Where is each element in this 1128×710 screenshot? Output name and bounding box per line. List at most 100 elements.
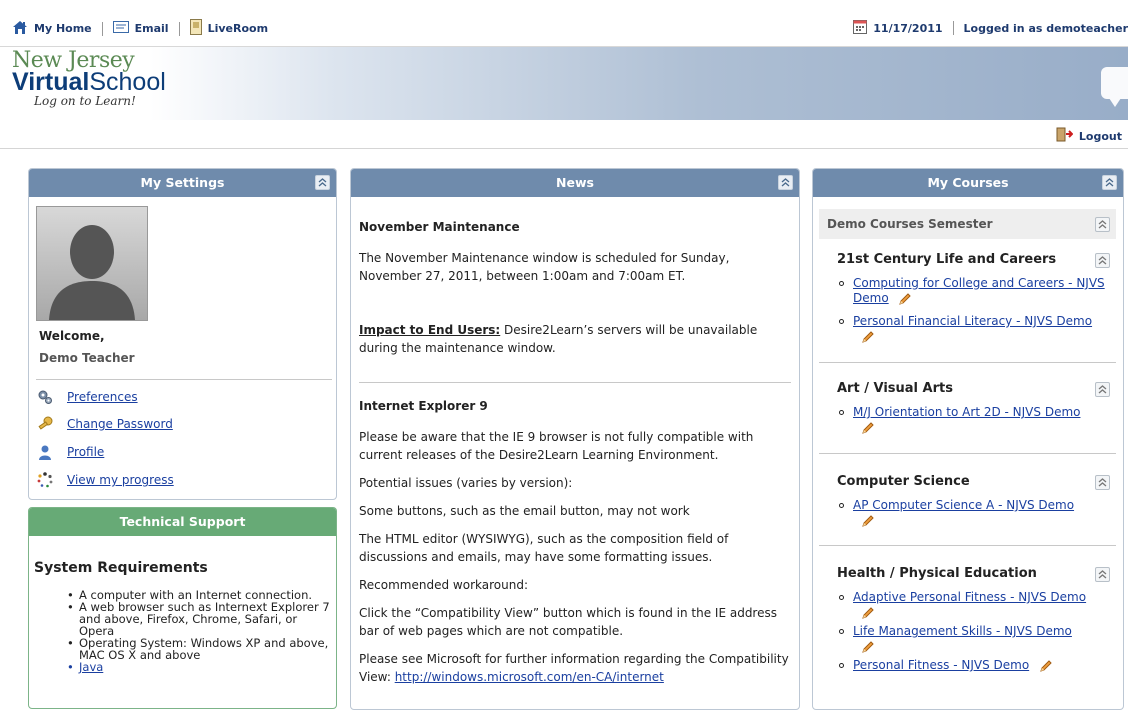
chevron-up-icon bbox=[1098, 385, 1107, 394]
list-item: Operating System: Windows XP and above, … bbox=[67, 637, 332, 661]
pencil-icon[interactable] bbox=[861, 421, 875, 435]
group-divider bbox=[819, 362, 1116, 363]
chevron-up-icon bbox=[1098, 256, 1107, 265]
chevron-up-icon bbox=[1098, 570, 1107, 579]
course-group-title: 21st Century Life and Careers bbox=[819, 248, 1116, 272]
top-nav-left: My Home Email LiveRoom bbox=[12, 19, 268, 38]
news-paragraph: The November Maintenance window is sched… bbox=[359, 251, 730, 283]
user-silhouette-icon bbox=[49, 225, 135, 320]
course-link[interactable]: Personal Financial Literacy - NJVS Demo bbox=[853, 314, 1092, 328]
ms-compat-link[interactable]: http://windows.microsoft.com/en-CA/inter… bbox=[395, 670, 664, 684]
course-link[interactable]: Adaptive Personal Fitness - NJVS Demo bbox=[853, 590, 1086, 604]
collapse-semester-button[interactable] bbox=[1095, 217, 1110, 232]
course-item: Personal Fitness - NJVS Demo bbox=[819, 658, 1116, 673]
avatar bbox=[36, 206, 148, 321]
my-settings-header: My Settings bbox=[29, 169, 336, 197]
list-item-java-link[interactable]: Java bbox=[67, 661, 332, 673]
preferences-label: Preferences bbox=[67, 390, 138, 404]
logged-in-text: Logged in as demoteacher bbox=[963, 21, 1128, 35]
pencil-icon[interactable] bbox=[861, 330, 875, 344]
course-item: Life Management Skills - NJVS Demo bbox=[819, 624, 1116, 654]
progress-icon bbox=[37, 472, 53, 488]
liveroom-icon bbox=[189, 19, 202, 38]
email-link[interactable]: Email bbox=[112, 21, 169, 36]
course-group-label: Art / Visual Arts bbox=[837, 381, 953, 396]
view-progress-label: View my progress bbox=[67, 473, 174, 487]
collapse-news-button[interactable] bbox=[778, 175, 793, 190]
course-link[interactable]: Life Management Skills - NJVS Demo bbox=[853, 624, 1072, 638]
news-paragraph: Recommended workaround: bbox=[359, 578, 528, 592]
course-group-label: Health / Physical Education bbox=[837, 566, 1037, 581]
course-item: Personal Financial Literacy - NJVS Demo bbox=[819, 314, 1116, 344]
news-title: News bbox=[556, 175, 594, 190]
chat-bubble-icon[interactable] bbox=[1101, 67, 1128, 107]
collapse-settings-button[interactable] bbox=[315, 175, 330, 190]
liveroom-link[interactable]: LiveRoom bbox=[189, 19, 269, 38]
email-icon bbox=[112, 21, 129, 36]
news-item-title: Internet Explorer 9 bbox=[359, 399, 488, 413]
home-icon bbox=[12, 20, 28, 38]
person-icon bbox=[37, 444, 53, 460]
liveroom-label: LiveRoom bbox=[207, 22, 269, 35]
view-progress-link[interactable]: View my progress bbox=[37, 472, 174, 488]
course-group: Health / Physical Education Adaptive Per… bbox=[819, 562, 1116, 673]
chevron-up-icon bbox=[1098, 478, 1107, 487]
nav-separator bbox=[178, 21, 180, 36]
course-link[interactable]: AP Computer Science A - NJVS Demo bbox=[853, 498, 1074, 512]
news-paragraph: Click the “Compatibility View” button wh… bbox=[359, 606, 777, 638]
my-home-link[interactable]: My Home bbox=[12, 20, 92, 38]
my-home-label: My Home bbox=[34, 22, 92, 35]
nav-separator bbox=[101, 21, 103, 36]
logout-button[interactable]: Logout bbox=[1056, 127, 1122, 145]
course-group-title: Computer Science bbox=[819, 470, 1116, 494]
news-paragraph: Some buttons, such as the email button, … bbox=[359, 504, 690, 518]
nav-separator bbox=[952, 21, 954, 35]
email-label: Email bbox=[134, 22, 169, 35]
calendar-icon bbox=[853, 19, 868, 37]
requirements-list: A computer with an Internet connection. … bbox=[67, 589, 332, 673]
technical-support-title: Technical Support bbox=[119, 514, 246, 529]
semester-header: Demo Courses Semester bbox=[819, 209, 1116, 239]
header-divider bbox=[0, 148, 1128, 149]
news-panel: News November Maintenance The November M… bbox=[350, 168, 800, 710]
course-item: Adaptive Personal Fitness - NJVS Demo bbox=[819, 590, 1116, 620]
course-link[interactable]: M/J Orientation to Art 2D - NJVS Demo bbox=[853, 405, 1080, 419]
change-password-link[interactable]: Change Password bbox=[37, 416, 173, 432]
pencil-icon[interactable] bbox=[861, 606, 875, 620]
site-logo[interactable]: New Jersey VirtualSchool Log on to Learn… bbox=[12, 50, 212, 117]
key-icon bbox=[37, 416, 53, 432]
collapse-group-button[interactable] bbox=[1095, 475, 1110, 490]
logo-line2: VirtualSchool bbox=[12, 68, 212, 96]
pencil-icon[interactable] bbox=[861, 640, 875, 654]
my-settings-title: My Settings bbox=[140, 175, 225, 190]
course-group: Art / Visual Arts M/J Orientation to Art… bbox=[819, 377, 1116, 435]
pencil-icon[interactable] bbox=[1039, 659, 1053, 673]
top-nav: My Home Email LiveRoom 11/17/2011 Logged… bbox=[0, 0, 1128, 47]
course-group-title: Health / Physical Education bbox=[819, 562, 1116, 586]
collapse-courses-button[interactable] bbox=[1102, 175, 1117, 190]
change-password-label: Change Password bbox=[67, 417, 173, 431]
logo-virtual: Virtual bbox=[12, 68, 90, 96]
collapse-group-button[interactable] bbox=[1095, 567, 1110, 582]
news-paragraph: The HTML editor (WYSIWYG), such as the c… bbox=[359, 532, 729, 564]
group-divider bbox=[819, 453, 1116, 454]
news-paragraph: Please see Microsoft for further informa… bbox=[359, 650, 791, 686]
course-link[interactable]: Computing for College and Careers - NJVS… bbox=[853, 276, 1105, 305]
logout-icon bbox=[1056, 127, 1074, 145]
collapse-group-button[interactable] bbox=[1095, 253, 1110, 268]
profile-label: Profile bbox=[67, 445, 105, 459]
pencil-icon[interactable] bbox=[898, 292, 912, 306]
group-divider bbox=[819, 545, 1116, 546]
my-settings-panel: My Settings Welcome, Demo Teacher Prefer… bbox=[28, 168, 337, 500]
collapse-group-button[interactable] bbox=[1095, 382, 1110, 397]
top-nav-right: 11/17/2011 Logged in as demoteacher bbox=[853, 19, 1128, 37]
profile-link[interactable]: Profile bbox=[37, 444, 104, 460]
logo-tagline: Log on to Learn! bbox=[34, 94, 136, 108]
news-item: Internet Explorer 9 Please be aware that… bbox=[359, 382, 791, 686]
course-link[interactable]: Personal Fitness - NJVS Demo bbox=[853, 658, 1029, 672]
news-paragraph: Potential issues (varies by version): bbox=[359, 476, 573, 490]
preferences-link[interactable]: Preferences bbox=[37, 389, 138, 405]
logout-label: Logout bbox=[1078, 129, 1122, 143]
pencil-icon[interactable] bbox=[861, 514, 875, 528]
course-group-label: Computer Science bbox=[837, 474, 970, 489]
